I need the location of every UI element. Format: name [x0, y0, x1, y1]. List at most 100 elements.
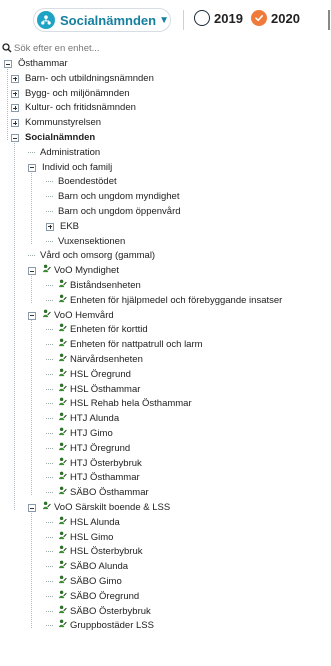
tree-row-label: HTJ Öregrund — [70, 442, 131, 454]
tree-connector — [46, 492, 53, 494]
tree-row-label: VoO Särskilt boende & LSS — [54, 502, 171, 513]
collapse-icon[interactable] — [28, 267, 36, 276]
search-input[interactable] — [14, 42, 314, 54]
tree-row-label: SÄBO Alunda — [70, 561, 129, 573]
year-2020-option[interactable]: 2020 — [251, 10, 300, 26]
collapse-icon[interactable] — [28, 163, 36, 172]
person-unit-icon — [58, 590, 67, 604]
expand-icon[interactable] — [11, 89, 19, 98]
year-2020-label: 2020 — [271, 10, 300, 26]
tree-row-label: Enheten för korttid — [70, 324, 148, 336]
tree-row[interactable]: Biståndsenheten — [46, 279, 141, 293]
expand-icon[interactable] — [46, 222, 54, 231]
tree-row[interactable]: VoO Myndighet — [28, 264, 119, 278]
tree-connector — [46, 240, 53, 243]
tree-row-label: Gruppbostäder LSS — [70, 620, 154, 632]
collapse-icon[interactable] — [28, 311, 36, 320]
person-unit-icon — [58, 545, 67, 559]
tree-row[interactable]: Närvårdsenheten — [46, 353, 143, 367]
expand-icon[interactable] — [11, 119, 19, 128]
tree-row[interactable]: Enheten för nattpatrull och larm — [46, 338, 203, 352]
expand-icon[interactable] — [11, 104, 19, 113]
search-bar — [2, 41, 331, 55]
tree-row-label: HTJ Alunda — [70, 413, 120, 425]
tree-row-label: Biståndsenheten — [70, 280, 141, 291]
tree-row[interactable]: HSL Gimo — [46, 531, 113, 545]
tree-row[interactable]: HSL Österbybruk — [46, 545, 143, 559]
tree-row[interactable]: HSL Öregrund — [46, 368, 131, 382]
tree-connector — [46, 329, 53, 331]
tree-row[interactable]: HTJ Österbybruk — [46, 457, 142, 471]
tree-row[interactable]: HSL Alunda — [46, 516, 120, 530]
tree-row[interactable]: SÄBO Öregrund — [46, 590, 139, 604]
tree-guide-line — [31, 317, 32, 496]
tree-row-label: Individ och familj — [42, 161, 113, 173]
tree-row-label: Bygg- och miljönämnden — [25, 87, 130, 99]
tree-connector — [28, 151, 35, 154]
tree-row[interactable]: Kultur- och fritidsnämnden — [11, 101, 136, 115]
tree-row[interactable]: Barn- och utbildningsnämnden — [11, 72, 154, 86]
tree-row-label: HSL Östhammar — [70, 383, 141, 395]
tree-row[interactable]: EKB — [46, 220, 79, 234]
tree-row[interactable]: SÄBO Gimo — [46, 575, 122, 589]
person-unit-icon — [58, 575, 67, 589]
tree-guide-line — [14, 140, 15, 510]
tree-row[interactable]: Socialnämnden — [11, 131, 95, 145]
tree-connector — [46, 477, 53, 479]
tree-row-label: Närvårdsenheten — [70, 354, 143, 365]
tree-connector — [46, 211, 53, 213]
tree-row-label: SÄBO Öregrund — [70, 590, 140, 602]
right-edge-divider — [328, 10, 330, 30]
tree-row-label: HSL Rehab hela Östhammar — [70, 398, 192, 410]
expand-icon[interactable] — [11, 74, 19, 83]
tree-guide-line — [7, 66, 8, 140]
tree-row[interactable]: SÄBO Österbybruk — [46, 605, 151, 619]
tree-connector — [46, 196, 53, 198]
tree-row[interactable]: Individ och familj — [28, 161, 112, 175]
tree-row[interactable]: Administration — [28, 146, 100, 160]
tree-row[interactable]: HSL Rehab hela Östhammar — [46, 397, 192, 411]
tree-connector — [46, 433, 53, 435]
person-unit-icon — [58, 516, 67, 530]
tree-row[interactable]: HTJ Östhammar — [46, 471, 140, 485]
tree-connector — [46, 359, 53, 361]
tree-row[interactable]: Barn och ungdom myndighet — [46, 190, 179, 204]
tree-row[interactable]: Boendestödet — [46, 175, 117, 189]
tree-row-label: EKB — [60, 220, 80, 232]
tree-row[interactable]: SÄBO Alunda — [46, 560, 128, 574]
tree-row-label: HTJ Österbybruk — [70, 457, 142, 469]
tree-row-label: Enheten för nattpatrull och larm — [70, 339, 203, 351]
organization-selector[interactable]: Socialnämnden ▼ — [33, 8, 171, 32]
year-2019-option[interactable]: 2019 — [194, 10, 243, 26]
tree-row[interactable]: Östhammar — [4, 57, 68, 71]
tree-row[interactable]: SÄBO Östhammar — [46, 486, 149, 500]
tree-row[interactable]: Vård och omsorg (gammal) — [28, 249, 155, 263]
tree-row[interactable]: HSL Östhammar — [46, 383, 140, 397]
tree-row-label: HTJ Östhammar — [70, 472, 140, 484]
tree-row[interactable]: HTJ Öregrund — [46, 442, 130, 456]
tree-row[interactable]: VoO Hemvård — [28, 309, 114, 323]
organization-label: Socialnämnden — [60, 12, 157, 28]
tree-connector — [46, 447, 53, 450]
collapse-icon[interactable] — [11, 134, 19, 142]
divider — [183, 10, 184, 30]
tree-row[interactable]: VoO Särskilt boende & LSS — [28, 501, 170, 515]
tree-row[interactable]: Gruppbostäder LSS — [46, 619, 154, 633]
tree-row[interactable]: Enheten för korttid — [46, 323, 148, 337]
person-unit-icon — [58, 531, 67, 545]
tree-row-label: Barn- och utbildningsnämnden — [25, 72, 154, 84]
top-bar: Socialnämnden ▼ 2019 2020 — [0, 0, 331, 40]
tree-row-label: Östhammar — [18, 58, 68, 69]
person-unit-icon — [58, 486, 67, 500]
tree-row[interactable]: Barn och ungdom öppenvård — [46, 205, 181, 219]
tree-row[interactable]: HTJ Alunda — [46, 412, 119, 426]
tree-row[interactable]: Vuxensektionen — [46, 235, 125, 249]
tree-row[interactable]: Enheten för hjälpmedel och förebyggande … — [46, 294, 282, 308]
collapse-icon[interactable] — [4, 60, 12, 68]
tree-row[interactable]: HTJ Gimo — [46, 427, 113, 441]
tree-connector — [46, 344, 53, 346]
collapse-icon[interactable] — [28, 504, 36, 512]
tree-row-label: Vård och omsorg (gammal) — [40, 250, 156, 262]
tree-row[interactable]: Kommunstyrelsen — [11, 116, 101, 130]
tree-row[interactable]: Bygg- och miljönämnden — [11, 87, 130, 101]
